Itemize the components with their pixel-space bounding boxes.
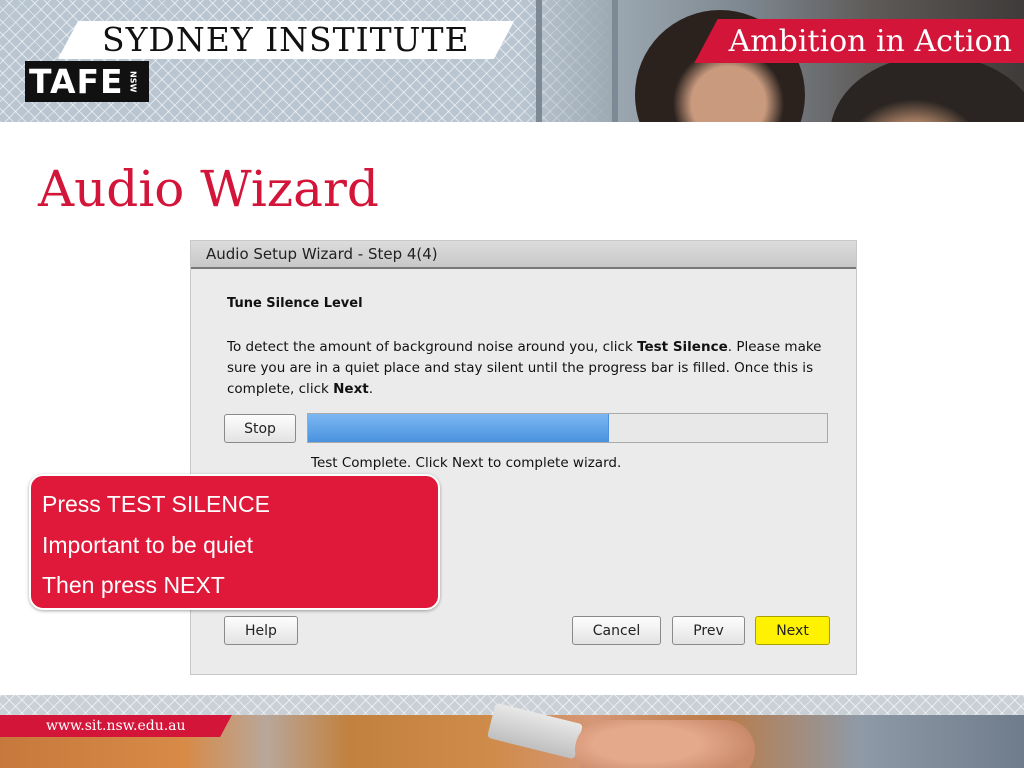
instruction-callout: Press TEST SILENCE Important to be quiet… <box>29 474 440 610</box>
slide-title: Audio Wizard <box>38 160 379 218</box>
tafe-logo-text: TAFE <box>29 62 124 101</box>
tafe-logo-nsw: NSW <box>128 70 138 93</box>
wizard-title-bar: Audio Setup Wizard - Step 4(4) <box>191 241 856 269</box>
prev-button[interactable]: Prev <box>672 616 745 645</box>
progress-fill <box>308 414 610 442</box>
stop-button[interactable]: Stop <box>224 414 296 443</box>
background-pole <box>612 0 618 122</box>
header-banner: SYDNEY INSTITUTE TAFE NSW Ambition in Ac… <box>0 0 1024 122</box>
wizard-step-heading: Tune Silence Level <box>227 296 363 311</box>
cancel-button[interactable]: Cancel <box>572 616 661 645</box>
footer-banner: www.sit.nsw.edu.au <box>0 695 1024 768</box>
wizard-status-text: Test Complete. Click Next to complete wi… <box>311 455 622 471</box>
tafe-logo: TAFE NSW <box>25 61 149 102</box>
callout-line: Press TEST SILENCE <box>42 491 270 517</box>
background-pole <box>536 0 542 122</box>
callout-line: Important to be quiet <box>42 531 253 558</box>
next-button[interactable]: Next <box>755 616 830 645</box>
tagline: Ambition in Action <box>728 24 1012 59</box>
callout-line: Then press NEXT <box>42 572 225 598</box>
help-button[interactable]: Help <box>224 616 298 645</box>
footer-url[interactable]: www.sit.nsw.edu.au <box>46 715 186 737</box>
silence-progress-bar <box>307 413 828 443</box>
wizard-instructions: To detect the amount of background noise… <box>227 339 822 397</box>
hand-photo <box>575 720 755 768</box>
institute-name: SYDNEY INSTITUTE <box>102 20 470 59</box>
